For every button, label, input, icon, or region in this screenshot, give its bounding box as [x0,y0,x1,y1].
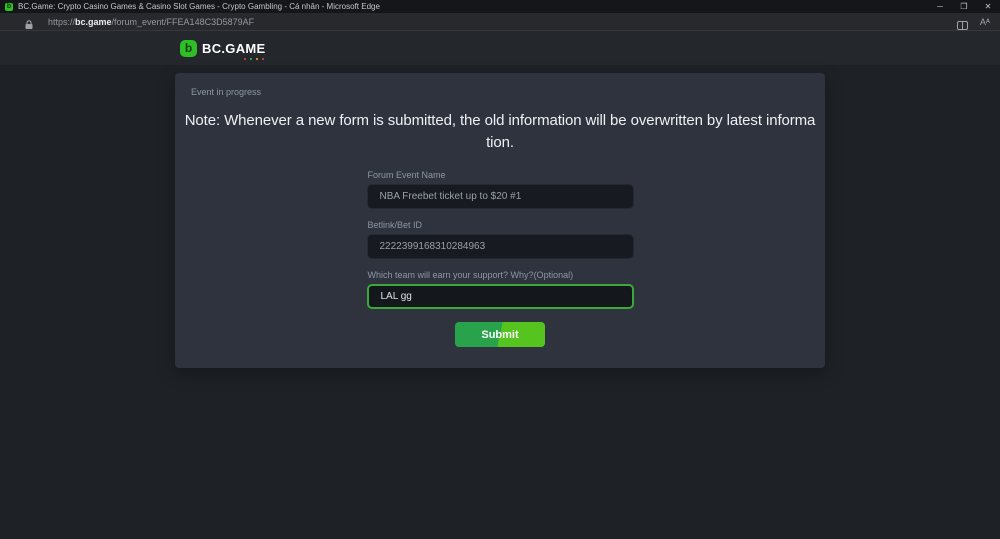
betlink-field: Betlink/Bet ID [367,220,634,259]
event-form-card: Event in progress Note: Whenever a new f… [175,73,825,368]
close-icon[interactable]: ✕ [976,0,1000,13]
forum-event-name-field: Forum Event Name [367,170,634,209]
lock-icon[interactable] [24,17,34,27]
address-bar: https://bc.game/forum_event/FFEA148C3D58… [0,13,1000,31]
url-text[interactable]: https://bc.game/forum_event/FFEA148C3D58… [48,17,254,27]
betlink-label: Betlink/Bet ID [368,220,634,230]
text-size-icon[interactable]: Aᴬ [980,17,990,27]
event-form: Forum Event Name Betlink/Bet ID Which te… [367,170,634,309]
form-note-line1: Note: Whenever a new form is submitted, … [175,110,825,132]
christmas-lights-icon [244,58,264,60]
split-screen-icon[interactable] [957,17,968,26]
submit-button[interactable]: Submit [455,322,545,347]
form-note: Note: Whenever a new form is submitted, … [175,110,825,154]
bcgame-logo-text[interactable]: BC.GAME [202,41,266,56]
window-title: BC.Game: Crypto Casino Games & Casino Sl… [18,2,380,11]
url-domain: bc.game [75,17,112,27]
betlink-input[interactable] [367,234,634,259]
window-titlebar: b BC.Game: Crypto Casino Games & Casino … [0,0,1000,13]
forum-event-name-input[interactable] [367,184,634,209]
forum-event-name-label: Forum Event Name [368,170,634,180]
url-path: /forum_event/FFEA148C3D5879AF [112,17,255,27]
window-controls: ─ ❐ ✕ [928,0,1000,13]
bcgame-logo-icon[interactable]: b [180,40,197,57]
team-support-label: Which team will earn your support? Why?(… [368,270,634,280]
minimize-icon[interactable]: ─ [928,0,952,13]
team-support-field: Which team will earn your support? Why?(… [367,270,634,309]
team-support-input[interactable] [367,284,634,309]
restore-icon[interactable]: ❐ [952,0,976,13]
page-body: Event in progress Note: Whenever a new f… [0,73,1000,539]
site-favicon-icon: b [5,3,13,11]
form-note-line2: tion. [175,132,825,154]
site-header: b BC.GAME [0,31,1000,65]
url-scheme: https:// [48,17,75,27]
event-status-label: Event in progress [175,73,825,97]
